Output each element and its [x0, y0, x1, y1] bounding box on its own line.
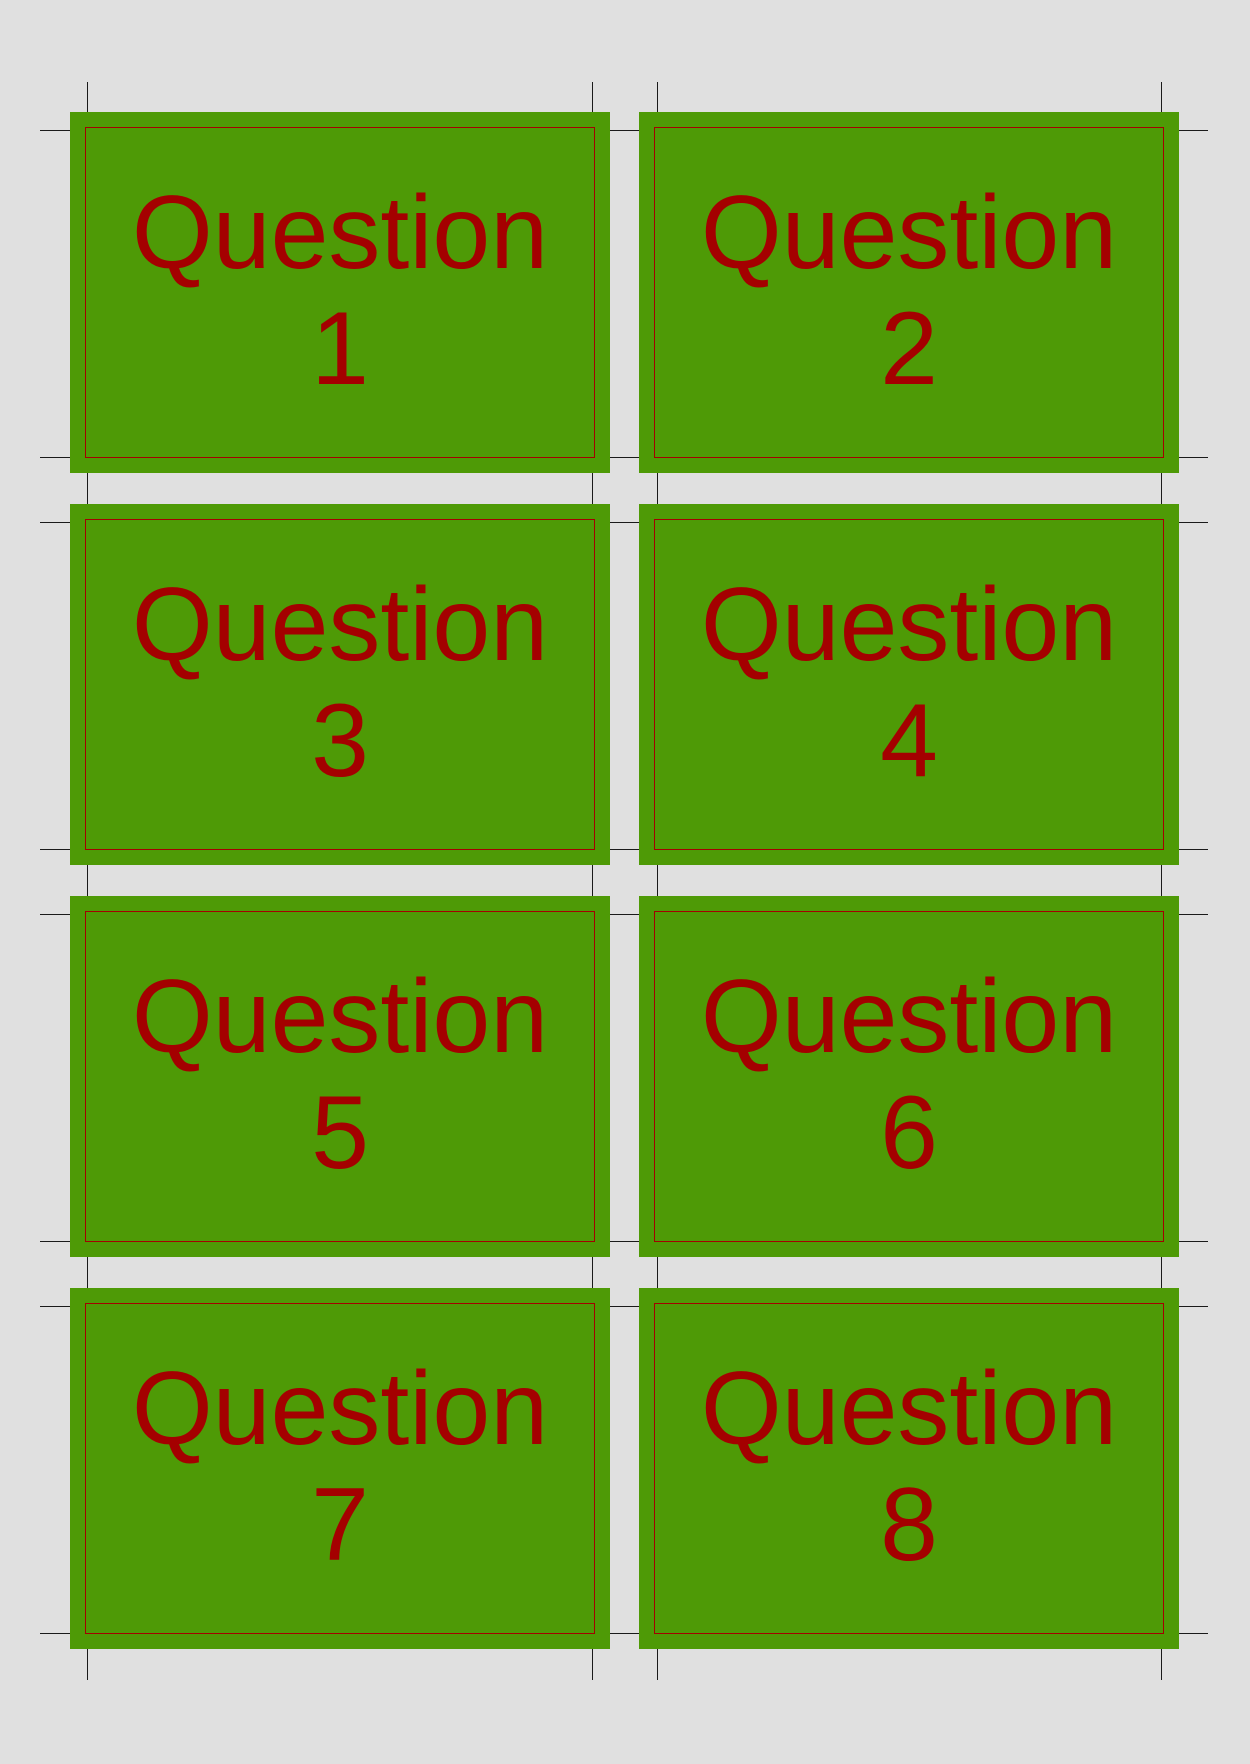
card-label-word: Question [131, 566, 549, 683]
card-label-number: 6 [880, 1074, 938, 1191]
card-inner-border: Question 5 [85, 911, 595, 1242]
question-card: Question 6 [639, 896, 1179, 1257]
card-label-word: Question [131, 174, 549, 291]
card-label: Question 2 [701, 175, 1117, 407]
card-inner-border: Question 2 [654, 127, 1164, 458]
card-label: Question 6 [701, 959, 1117, 1191]
card-inner-border: Question 3 [85, 519, 595, 850]
card-label-number: 1 [311, 290, 369, 407]
card-inner-border: Question 8 [654, 1303, 1164, 1634]
card-inner-border: Question 4 [654, 519, 1164, 850]
card-label: Question 8 [701, 1351, 1117, 1583]
card-label-word: Question [700, 174, 1118, 291]
card-label: Question 3 [132, 567, 548, 799]
question-card: Question 8 [639, 1288, 1179, 1649]
question-card: Question 7 [70, 1288, 610, 1649]
question-card: Question 1 [70, 112, 610, 473]
card-label-number: 3 [311, 682, 369, 799]
card-label-number: 4 [880, 682, 938, 799]
card-label-word: Question [700, 1350, 1118, 1467]
card-inner-border: Question 1 [85, 127, 595, 458]
card-inner-border: Question 6 [654, 911, 1164, 1242]
card-label: Question 5 [132, 959, 548, 1191]
question-card: Question 4 [639, 504, 1179, 865]
card-label-number: 7 [311, 1466, 369, 1583]
card-label-word: Question [131, 1350, 549, 1467]
card-label-word: Question [700, 958, 1118, 1075]
question-card: Question 3 [70, 504, 610, 865]
card-label-number: 5 [311, 1074, 369, 1191]
card-label: Question 4 [701, 567, 1117, 799]
card-label-word: Question [700, 566, 1118, 683]
card-label-number: 8 [880, 1466, 938, 1583]
card-label-number: 2 [880, 290, 938, 407]
card-label: Question 7 [132, 1351, 548, 1583]
question-card: Question 2 [639, 112, 1179, 473]
card-label-word: Question [131, 958, 549, 1075]
card-label: Question 1 [132, 175, 548, 407]
card-inner-border: Question 7 [85, 1303, 595, 1634]
question-card: Question 5 [70, 896, 610, 1257]
